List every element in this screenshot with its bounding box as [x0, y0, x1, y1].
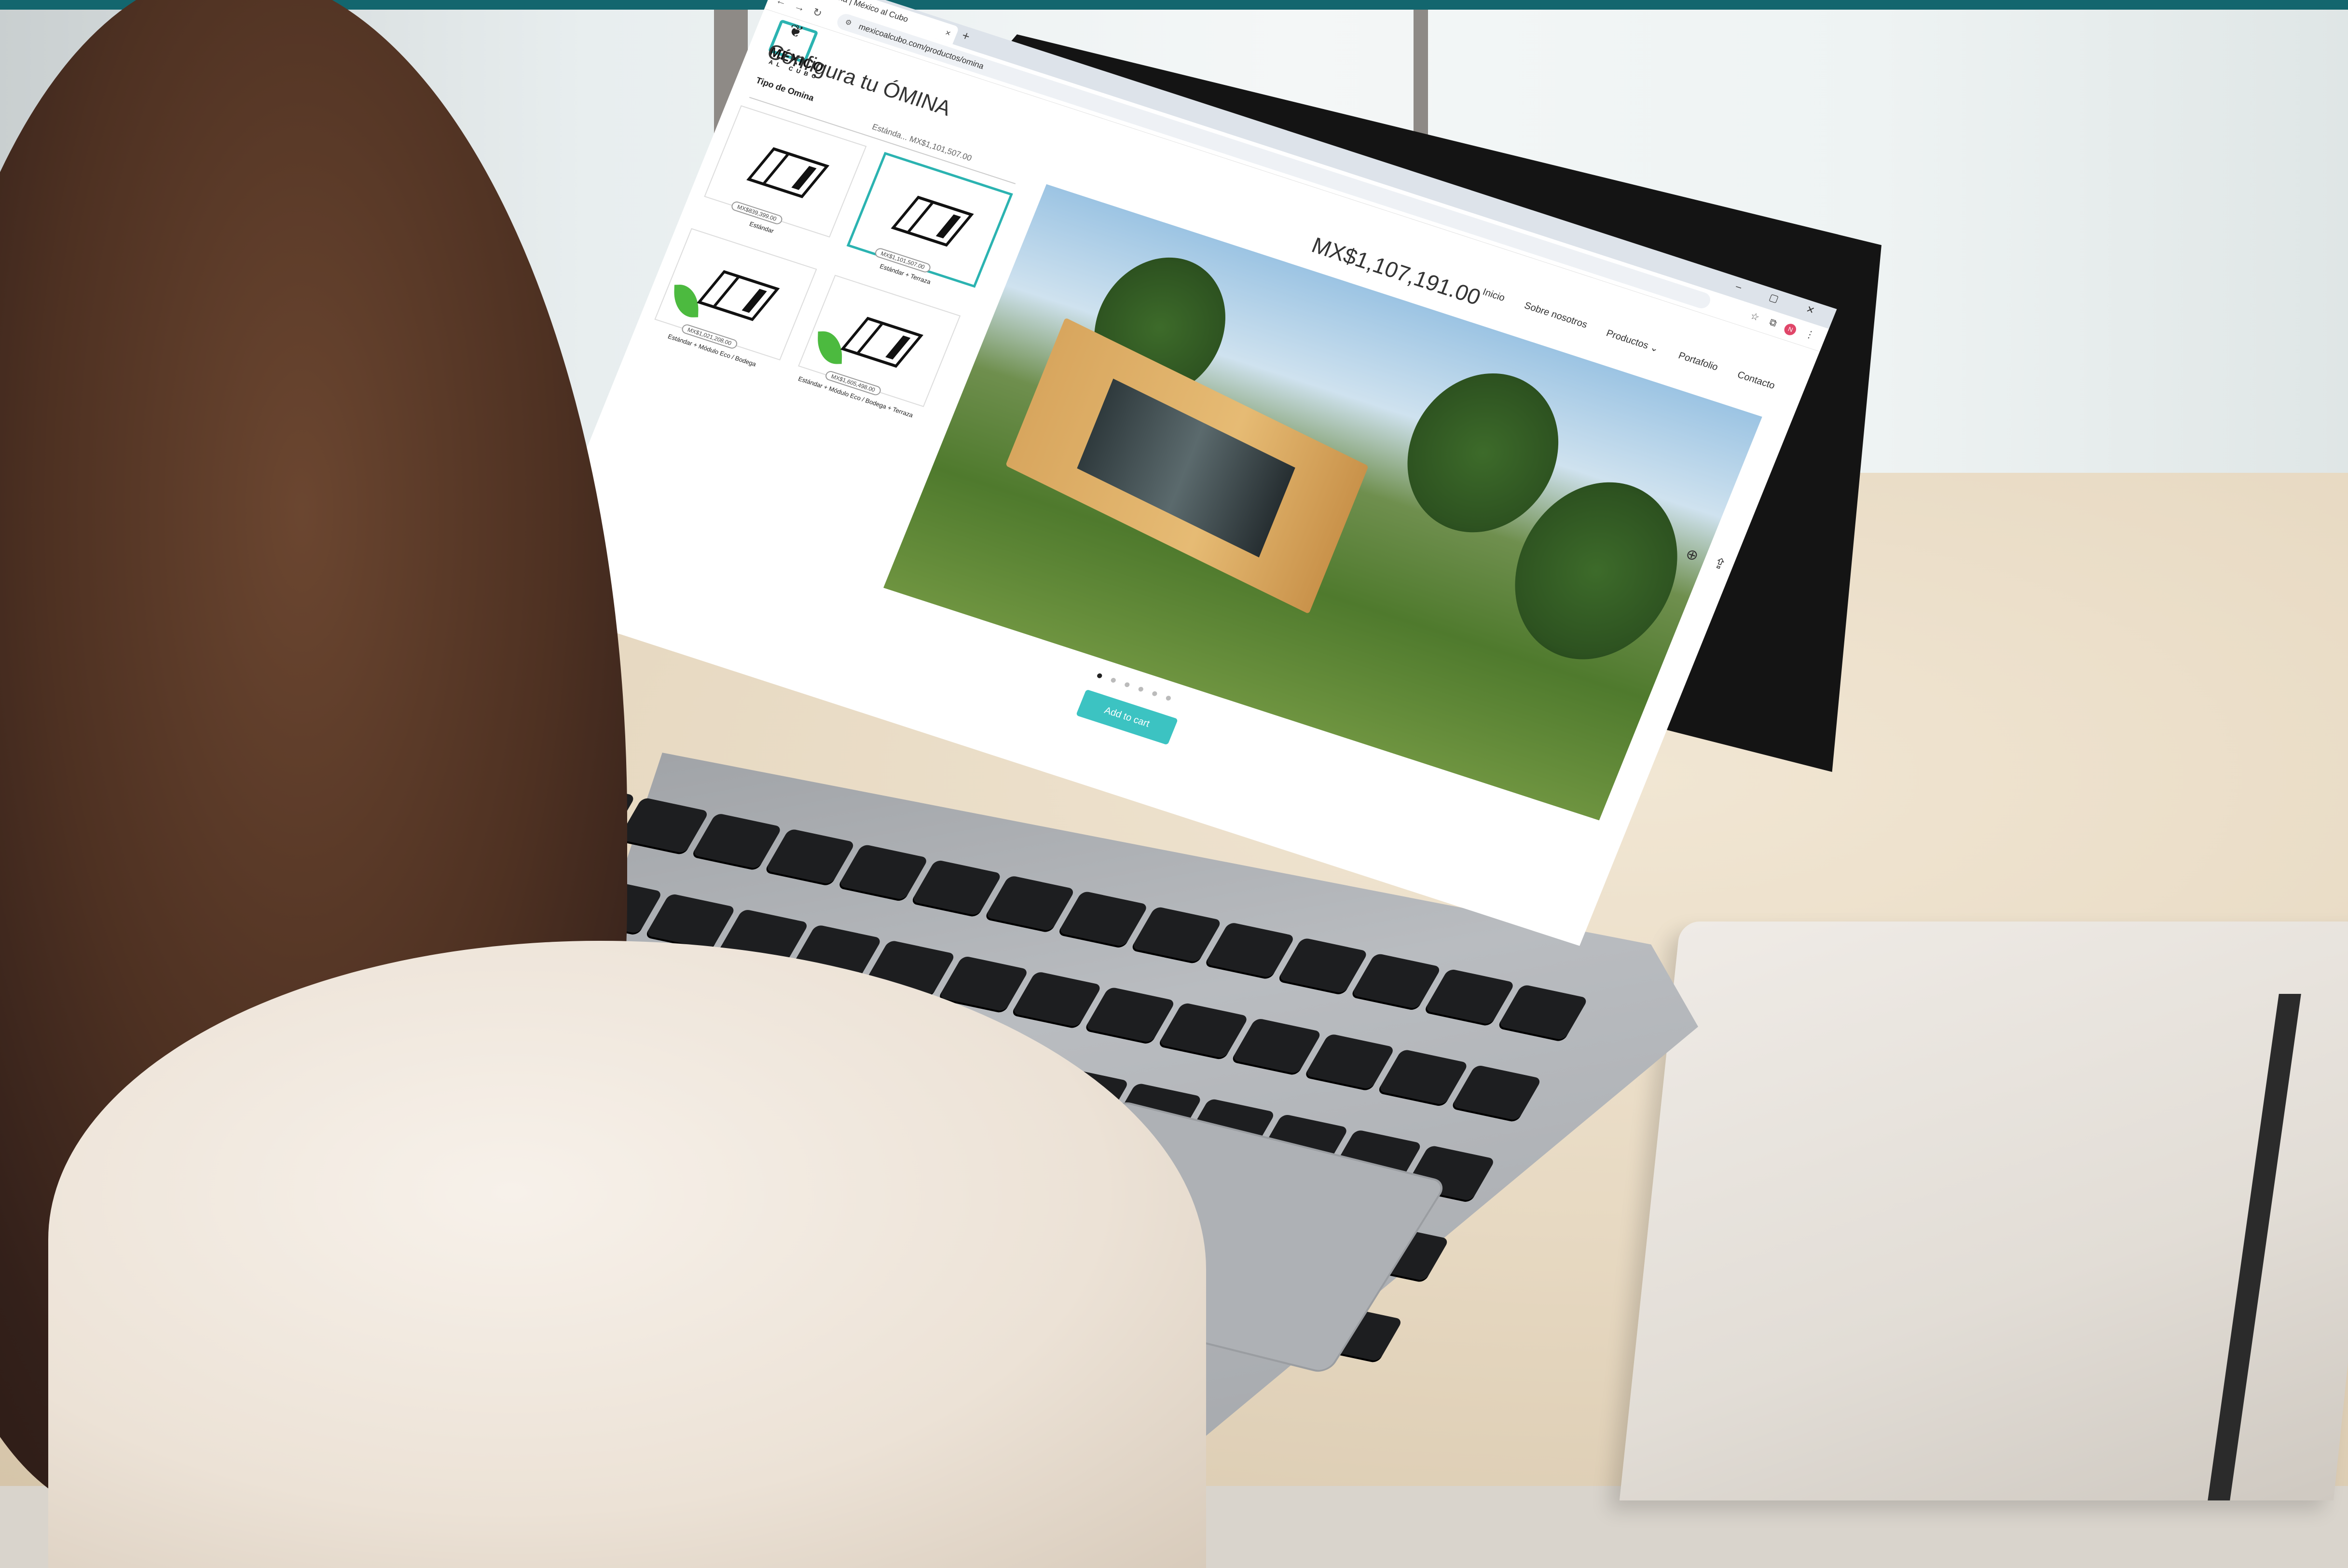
- bookmark-star-icon[interactable]: ☆: [1749, 311, 1761, 323]
- keyboard-key: [1084, 986, 1176, 1045]
- eco-leaf-icon: [673, 284, 699, 318]
- carousel-dot[interactable]: [1110, 677, 1117, 684]
- share-icon[interactable]: ⇪: [1711, 554, 1729, 574]
- eco-leaf-icon: [817, 330, 843, 365]
- nav-inicio[interactable]: Inicio: [1481, 287, 1507, 305]
- keyboard-key: [1377, 1048, 1469, 1107]
- option-label: Tipo de Omina: [755, 75, 816, 103]
- keyboard-key: [1157, 1002, 1250, 1060]
- site-info-icon[interactable]: ⚙: [842, 14, 855, 32]
- house-eco-icon: [697, 270, 780, 321]
- close-tab-icon[interactable]: ×: [942, 24, 954, 42]
- cabin-glass: [1077, 378, 1295, 558]
- menu-icon[interactable]: ⋮: [1803, 329, 1816, 342]
- back-icon[interactable]: ←: [774, 0, 789, 9]
- keyboard-key: [1010, 971, 1103, 1029]
- carousel-dot[interactable]: [1096, 673, 1103, 679]
- carousel-dot[interactable]: [1151, 690, 1158, 697]
- nav-sobre-nosotros[interactable]: Sobre nosotros: [1522, 300, 1589, 331]
- carousel-dot[interactable]: [1138, 686, 1144, 692]
- nav-productos[interactable]: Productos ⌄: [1605, 327, 1661, 355]
- house-terrace-icon: [891, 195, 974, 247]
- extensions-icon[interactable]: ⧉: [1768, 317, 1778, 329]
- nav-contacto[interactable]: Contacto: [1735, 370, 1776, 393]
- keyboard-key: [1230, 1018, 1323, 1076]
- top-brand-band: [0, 0, 2348, 10]
- profile-avatar[interactable]: N: [1783, 322, 1799, 337]
- reload-icon[interactable]: ↻: [811, 6, 824, 20]
- new-tab-button[interactable]: +: [960, 28, 973, 44]
- nav-portafolio[interactable]: Portafolio: [1676, 350, 1720, 374]
- zoom-icon[interactable]: ⊕: [1683, 545, 1701, 564]
- carousel-dot[interactable]: [1165, 695, 1172, 701]
- keyboard-key: [1304, 1033, 1396, 1092]
- option-estandar-eco-terraza[interactable]: MX$1,605,498.00 Estándar + Módulo Eco / …: [790, 275, 967, 429]
- forward-icon[interactable]: →: [792, 0, 807, 14]
- house-module-icon: [746, 147, 830, 198]
- carousel-dot[interactable]: [1124, 682, 1130, 688]
- house-eco-terrace-icon: [840, 316, 924, 368]
- option-estandar-eco[interactable]: MX$1,021,208.00 Estándar + Módulo Eco / …: [646, 228, 823, 383]
